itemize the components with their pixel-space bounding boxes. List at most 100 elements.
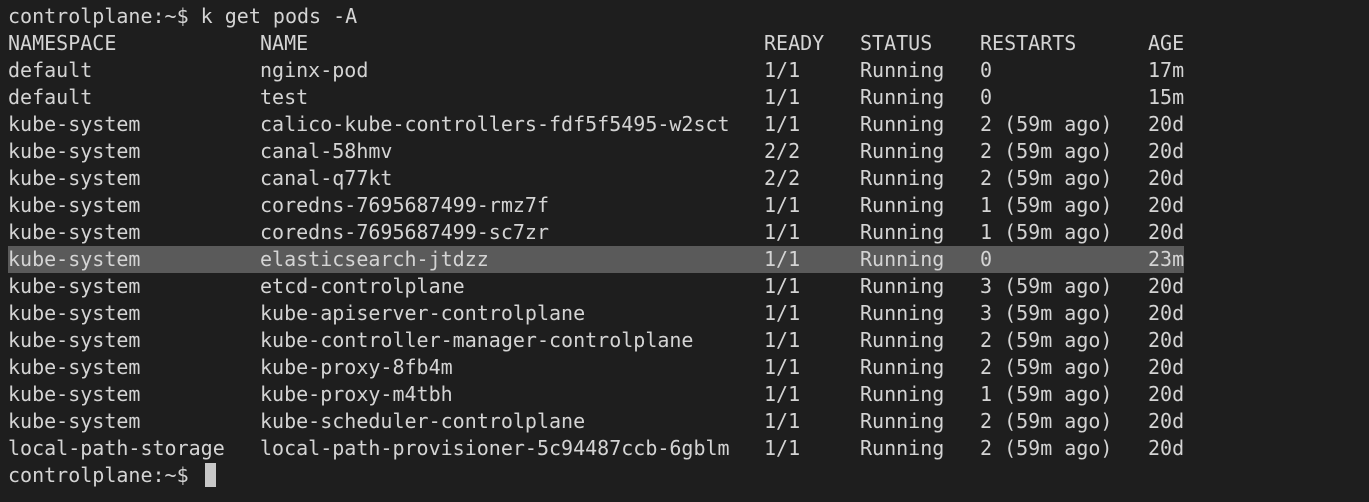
header-age: AGE [1148,31,1185,55]
cell-restarts: 2 (59m ago) [980,166,1113,190]
header-namespace: NAMESPACE [8,31,117,55]
cell-restarts: 2 (59m ago) [980,328,1113,352]
command-text: k get pods -A [200,4,358,28]
cell-restarts: 2 (59m ago) [980,355,1113,379]
cell-age: 20d [1148,166,1185,190]
table-row: kube-system canal-58hmv 2/2 Running 2 (59m a… [8,138,1184,165]
cell-namespace: local-path-storage [8,436,225,460]
cell-status: Running [860,436,945,460]
cell-name: kube-scheduler-controlplane [260,409,586,433]
cell-namespace: default [8,85,93,109]
cell-namespace: kube-system [8,112,141,136]
cell-status: Running [860,220,945,244]
table-row: kube-system kube-proxy-m4tbh 1/1 Running 1 (… [8,381,1184,408]
cell-ready: 1/1 [764,247,801,271]
cell-ready: 1/1 [764,220,801,244]
cell-restarts: 3 (59m ago) [980,301,1113,325]
cell-status: Running [860,274,945,298]
cell-namespace: kube-system [8,274,141,298]
cell-status: Running [860,247,945,271]
prompt: controlplane:~$ [8,463,189,487]
cell-name: elasticsearch-jtdzz [260,247,489,271]
table-row: kube-system etcd-controlplane 1/1 Running 3 … [8,273,1184,300]
cell-age: 20d [1148,328,1185,352]
cell-namespace: kube-system [8,220,141,244]
cell-namespace: kube-system [8,328,141,352]
cell-ready: 1/1 [764,193,801,217]
cell-status: Running [860,58,945,82]
table-row: kube-system kube-scheduler-controlplane 1/… [8,408,1184,435]
cell-age: 20d [1148,436,1185,460]
cell-name: canal-q77kt [260,166,393,190]
cell-name: canal-58hmv [260,139,393,163]
cell-age: 20d [1148,274,1185,298]
cell-ready: 1/1 [764,328,801,352]
cell-restarts: 0 [980,247,993,271]
cell-status: Running [860,112,945,136]
active-prompt-line[interactable]: controlplane:~$ [8,462,1369,489]
command-line: controlplane:~$ k get pods -A [8,3,1369,30]
table-row: kube-system kube-controller-manager-contr… [8,327,1184,354]
cell-ready: 2/2 [764,139,801,163]
table-header: NAMESPACE NAME READY STATUS RESTARTS AGE [8,30,1184,57]
cell-age: 20d [1148,355,1185,379]
cell-status: Running [860,301,945,325]
cell-age: 20d [1148,409,1185,433]
cell-restarts: 1 (59m ago) [980,382,1113,406]
cell-name: coredns-7695687499-rmz7f [260,193,549,217]
table-row: kube-system calico-kube-controllers-fdf5f… [8,111,1184,138]
cell-status: Running [860,166,945,190]
cell-status: Running [860,382,945,406]
cell-ready: 1/1 [764,85,801,109]
cell-name: calico-kube-controllers-fdf5f5495-w2sct [260,112,730,136]
cell-status: Running [860,193,945,217]
cell-restarts: 1 (59m ago) [980,220,1113,244]
prompt: controlplane:~$ [8,4,189,28]
table-row: kube-system kube-proxy-8fb4m 1/1 Running 2 (… [8,354,1184,381]
cell-age: 20d [1148,139,1185,163]
cell-age: 20d [1148,301,1185,325]
cell-restarts: 2 (59m ago) [980,112,1113,136]
cell-status: Running [860,328,945,352]
cell-restarts: 2 (59m ago) [980,139,1113,163]
cell-ready: 1/1 [764,301,801,325]
table-row: kube-system canal-q77kt 2/2 Running 2 (59m a… [8,165,1184,192]
cell-namespace: kube-system [8,382,141,406]
cell-namespace: kube-system [8,409,141,433]
cell-ready: 1/1 [764,355,801,379]
cell-status: Running [860,139,945,163]
cell-restarts: 2 (59m ago) [980,436,1113,460]
cell-namespace: kube-system [8,166,141,190]
cell-age: 20d [1148,193,1185,217]
cell-restarts: 0 [980,58,993,82]
table-row: kube-system coredns-7695687499-rmz7f 1/1 Ru… [8,192,1184,219]
table-row: kube-system coredns-7695687499-sc7zr 1/1 Ru… [8,219,1184,246]
cell-name: test [260,85,309,109]
table-row: default nginx-pod 1/1 Running 0 17m [8,57,1184,84]
cell-ready: 1/1 [764,382,801,406]
cell-age: 20d [1148,220,1185,244]
cell-age: 17m [1148,58,1185,82]
cell-restarts: 2 (59m ago) [980,409,1113,433]
cell-age: 15m [1148,85,1185,109]
cell-name: kube-proxy-8fb4m [260,355,453,379]
pod-list: default nginx-pod 1/1 Running 0 17m default tes… [8,57,1369,462]
cell-ready: 1/1 [764,274,801,298]
cell-age: 20d [1148,382,1185,406]
cell-name: nginx-pod [260,58,369,82]
cell-status: Running [860,85,945,109]
table-row: local-path-storage local-path-provisioner… [8,435,1184,462]
table-row: kube-system elasticsearch-jtdzz 1/1 Running… [8,246,1184,273]
cell-restarts: 0 [980,85,993,109]
cell-name: kube-controller-manager-controlplane [260,328,694,352]
cell-namespace: kube-system [8,247,141,271]
header-ready: READY [764,31,825,55]
cell-age: 23m [1148,247,1185,271]
cell-status: Running [860,355,945,379]
cell-namespace: kube-system [8,355,141,379]
cell-status: Running [860,409,945,433]
cell-ready: 1/1 [764,58,801,82]
cell-name: kube-proxy-m4tbh [260,382,453,406]
cursor [204,463,216,487]
terminal-window[interactable]: controlplane:~$ k get pods -A NAMESPACE … [8,3,1369,502]
